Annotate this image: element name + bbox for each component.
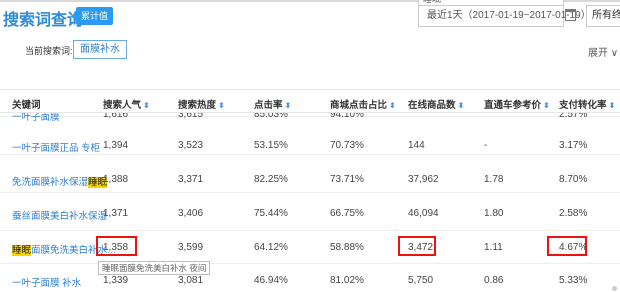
table-header: 关键词 搜索人气 ⬍ 搜索热度 ⬍ 点击率 ⬍ 商城点击占比 ⬍ 在线商品数 ⬍ 直通车参…: [0, 89, 620, 113]
table-row: 一叶子面膜正品 专柜 1,394 3,523 53.15% 70.73% 144…: [0, 117, 620, 155]
cell-ctr: 82.25%: [254, 174, 288, 185]
cell-mall-ratio: 73.71%: [330, 174, 364, 185]
cell-ppc: 1.80: [484, 208, 504, 219]
cell-ppc: 0.86: [484, 275, 504, 286]
sort-icon[interactable]: ⬍: [218, 101, 225, 110]
col-ctr[interactable]: 点击率 ⬍: [254, 97, 291, 111]
col-keyword: 关键词: [12, 100, 41, 111]
col-ppc[interactable]: 直通车参考价 ⬍: [484, 97, 550, 111]
cumulative-badge: 累计值: [70, 7, 114, 25]
expand-toggle[interactable]: 展开 ∨: [588, 44, 618, 59]
keyword-link[interactable]: 免洗面膜补水保湿睡眠: [12, 174, 108, 188]
cell-ctr: 75.44%: [254, 208, 288, 219]
sort-icon[interactable]: ⬍: [458, 101, 465, 110]
cell-conversion: 2.58%: [559, 208, 588, 219]
cell-items: 46,094: [408, 208, 439, 219]
watermark-dot: [612, 286, 617, 291]
cell-conversion: 5.33%: [559, 275, 588, 286]
cell-popularity: 1,371: [103, 208, 129, 219]
cell-popularity: 1,394: [103, 140, 129, 151]
sort-icon[interactable]: ⬍: [609, 101, 616, 110]
sort-icon[interactable]: ⬍: [143, 101, 150, 110]
cell-conversion: 8.70%: [559, 174, 588, 185]
cell-items: 5,750: [408, 275, 434, 286]
keyword-link[interactable]: 蚕丝面膜美白补水保湿: [12, 208, 107, 222]
table-row: 免洗面膜补水保湿睡眠 1,388 3,371 82.25% 73.71% 37,…: [0, 155, 620, 193]
cell-ppc: 1.78: [484, 174, 504, 185]
sort-icon[interactable]: ⬍: [543, 101, 550, 110]
cell-mall-ratio: 70.73%: [330, 140, 364, 151]
cell-conversion: 3.17%: [559, 140, 588, 151]
terminal-select[interactable]: 所有终端: [586, 5, 620, 27]
table-row: 蚕丝面膜美白补水保湿 1,371 3,406 75.44% 66.75% 46,…: [0, 193, 620, 231]
date-range-picker[interactable]: 最近1天（2017-01-19~2017-01-19）: [418, 5, 591, 27]
cell-heat: 3,081: [178, 275, 204, 286]
cell-heat: 3,406: [178, 208, 204, 219]
sort-icon[interactable]: ⬍: [285, 101, 292, 110]
cell-ppc: -: [484, 140, 488, 151]
cell-items: 37,962: [408, 174, 439, 185]
cell-heat: 3,599: [178, 242, 204, 253]
annotation-box-conversion: [547, 236, 587, 256]
cell-ctr: 46.94%: [254, 275, 288, 286]
cell-mall-ratio: 81.02%: [330, 275, 364, 286]
annotation-box-popularity: [96, 236, 137, 256]
cell-ctr: 53.15%: [254, 140, 288, 151]
cell-items: 144: [408, 140, 425, 151]
col-popularity[interactable]: 搜索人气 ⬍: [103, 97, 150, 111]
cell-heat: 3,371: [178, 174, 204, 185]
cell-popularity: 1,339: [103, 275, 129, 286]
current-keyword-label: 当前搜索词:: [25, 46, 73, 56]
col-mall-ratio[interactable]: 商城点击占比 ⬍: [330, 97, 396, 111]
current-keyword-tag[interactable]: 面膜补水: [73, 40, 127, 59]
col-heat[interactable]: 搜索热度 ⬍: [178, 97, 225, 111]
cell-mall-ratio: 58.88%: [330, 242, 364, 253]
annotation-box-items: [398, 236, 436, 256]
cell-ctr: 64.12%: [254, 242, 288, 253]
sort-icon[interactable]: ⬍: [389, 101, 396, 110]
keyword-link[interactable]: 一叶子面膜 补水: [12, 275, 81, 289]
cell-popularity: 1,388: [103, 174, 129, 185]
cell-heat: 3,523: [178, 140, 204, 151]
keyword-link[interactable]: 一叶子面膜正品 专柜: [12, 140, 100, 154]
table-row: 一叶子面膜 补水 1,339 3,081 46.94% 81.02% 5,750…: [0, 264, 620, 292]
calendar-icon[interactable]: [565, 9, 576, 21]
keyword-tooltip: 睡眠面膜免洗美白补水 夜间: [98, 261, 211, 275]
cell-ppc: 1.11: [484, 242, 503, 253]
table-row: 睡眠面膜免洗美白补水… 1,358 3,599 64.12% 58.88% 3,…: [0, 231, 620, 264]
col-conversion[interactable]: 支付转化率 ⬍: [559, 97, 615, 111]
keyword-highlight: 睡眠: [12, 245, 32, 256]
cell-mall-ratio: 66.75%: [330, 208, 364, 219]
col-items[interactable]: 在线商品数 ⬍: [408, 97, 464, 111]
